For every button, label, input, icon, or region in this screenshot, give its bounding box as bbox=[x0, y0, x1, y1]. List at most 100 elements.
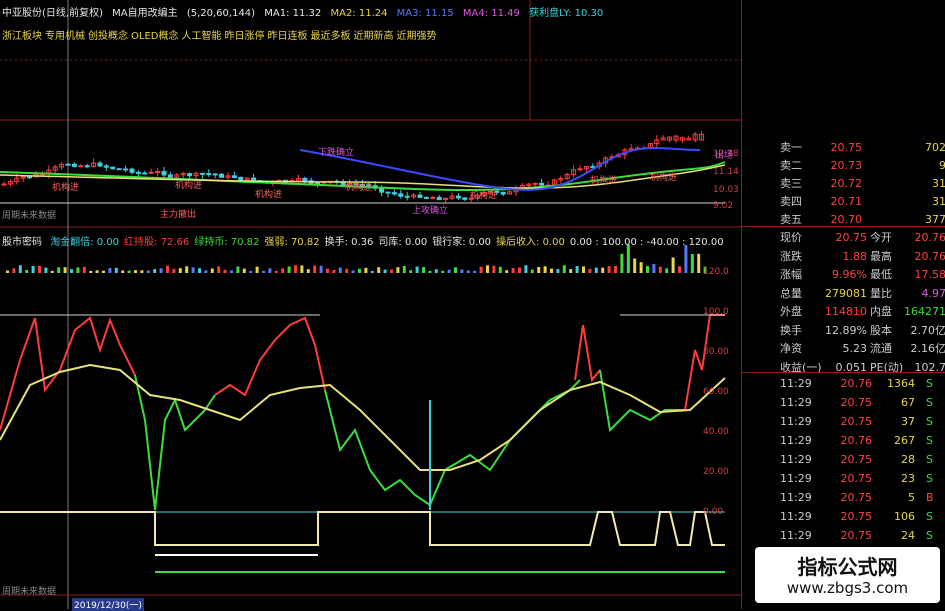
ma-line bbox=[0, 365, 725, 470]
volume-bar bbox=[441, 271, 444, 273]
candle-body bbox=[463, 198, 467, 199]
volume-bar bbox=[166, 266, 169, 273]
volume-bar bbox=[204, 270, 207, 273]
volume-bar bbox=[345, 269, 348, 273]
volume-bar bbox=[192, 267, 195, 273]
tick-volume: 5 bbox=[877, 488, 915, 507]
profit-label: 获利盘LY: 10.30 bbox=[529, 8, 603, 19]
cursor-date: 2019/12/30(一) bbox=[72, 598, 144, 611]
tick-price: 20.75 bbox=[827, 450, 872, 469]
subheader-item: 换手: 0.36 bbox=[325, 237, 374, 248]
candle-body bbox=[418, 195, 422, 197]
volume-bar bbox=[115, 268, 118, 273]
order-label: 卖一 bbox=[780, 138, 802, 158]
volume-bar bbox=[57, 267, 60, 273]
tick-price: 20.75 bbox=[827, 507, 872, 526]
stat-value: 1.88 bbox=[817, 248, 867, 266]
tick-volume: 24 bbox=[877, 526, 915, 545]
order-price: 20.72 bbox=[822, 174, 862, 194]
candle-body bbox=[143, 173, 147, 174]
tick-price: 20.75 bbox=[827, 488, 872, 507]
stat-key: 现价 bbox=[780, 229, 802, 247]
price-tick-label: 11.14 bbox=[713, 167, 739, 177]
volume-bar bbox=[268, 268, 271, 273]
kline-chart[interactable] bbox=[0, 0, 741, 609]
volume-bar bbox=[172, 269, 175, 273]
volume-bar bbox=[288, 266, 291, 273]
volume-bar bbox=[563, 265, 566, 273]
stat-value: 20.76 bbox=[915, 248, 945, 266]
volume-bar bbox=[102, 271, 105, 273]
volume-bar bbox=[339, 268, 342, 273]
candle-body bbox=[380, 188, 384, 192]
volume-bar bbox=[588, 269, 591, 273]
order-volume: 702 bbox=[925, 138, 945, 158]
tick-price: 20.76 bbox=[827, 431, 872, 450]
volume-bar bbox=[691, 254, 694, 273]
volume-bar bbox=[332, 270, 335, 273]
future-data-note-bottom: 周期未来数据 bbox=[2, 584, 56, 597]
tick-volume: 1364 bbox=[877, 374, 915, 393]
volume-bar bbox=[211, 268, 214, 273]
volume-bar bbox=[236, 266, 239, 273]
subheader-item: 0.00 : 100.00 : -40.00 : 120.00 bbox=[570, 237, 724, 248]
candle-body bbox=[168, 175, 172, 177]
stat-value: 279081 bbox=[817, 285, 867, 303]
volume-bar bbox=[601, 268, 604, 273]
candle-body bbox=[456, 196, 460, 198]
order-label: 卖三 bbox=[780, 174, 802, 194]
concept-tags: 浙江板块专用机械创投概念OLED概念人工智能昨日涨停昨日连板最近多板近期新高近期… bbox=[2, 27, 439, 42]
chart-annotation: 机构进 bbox=[345, 180, 372, 193]
tick-direction: B bbox=[926, 488, 934, 507]
tick-price: 20.76 bbox=[827, 374, 872, 393]
tick-row: 11:2920.76267S bbox=[742, 431, 945, 450]
order-volume: 377 bbox=[925, 210, 945, 230]
subheader-item: 红持股: 72.66 bbox=[124, 237, 189, 248]
volume-bar bbox=[230, 270, 233, 273]
ma2-value: MA2: 11.24 bbox=[330, 8, 387, 19]
tick-time: 11:29 bbox=[780, 526, 812, 545]
volume-bar bbox=[403, 266, 406, 273]
tick-volume: 28 bbox=[877, 450, 915, 469]
watermark-url: www.zbgs3.com bbox=[755, 579, 940, 597]
chart-annotation: 机构进 bbox=[650, 170, 677, 183]
ma4-value: MA4: 11.49 bbox=[463, 8, 520, 19]
volume-bar bbox=[217, 266, 220, 273]
volume-bar bbox=[409, 270, 412, 273]
volume-bar bbox=[108, 268, 111, 273]
tick-volume: 23 bbox=[877, 469, 915, 488]
order-price: 20.73 bbox=[822, 156, 862, 176]
volume-bar bbox=[684, 245, 687, 273]
volume-bar bbox=[307, 269, 310, 273]
candle-body bbox=[220, 174, 224, 177]
volume-bar bbox=[275, 271, 278, 273]
candle-body bbox=[424, 197, 428, 198]
order-label: 卖五 bbox=[780, 210, 802, 230]
osc-tick-label: 80.00 bbox=[703, 347, 729, 357]
volume-bar bbox=[633, 258, 636, 273]
volume-bar bbox=[627, 244, 630, 273]
quote-panel: 卖一20.75702卖二20.739卖三20.7231卖四20.7131卖五20… bbox=[741, 0, 945, 609]
stat-row: 涨跌1.88最高20.76 bbox=[742, 248, 945, 266]
osc-tick-label: 40.00 bbox=[703, 427, 729, 437]
volume-bar bbox=[460, 269, 463, 273]
candle-body bbox=[156, 172, 160, 173]
volume-bar bbox=[550, 269, 553, 273]
tick-direction: S bbox=[926, 374, 933, 393]
volume-bar bbox=[249, 271, 252, 273]
green-line bbox=[325, 380, 580, 505]
stat-row: 涨幅9.96%最低17.58 bbox=[742, 266, 945, 284]
volume-bar bbox=[364, 268, 367, 273]
indicator-params: (5,20,60,144) bbox=[187, 8, 255, 19]
candle-body bbox=[162, 172, 166, 175]
concept-tag: 近期强势 bbox=[396, 31, 436, 42]
volume-bar bbox=[492, 266, 495, 273]
volume-bar bbox=[454, 267, 457, 273]
volume-bar bbox=[582, 266, 585, 273]
stat-key: 最高 bbox=[870, 248, 892, 266]
subheader-item: 银行家: 0.00 bbox=[432, 237, 491, 248]
chart-annotation: 机构进 bbox=[255, 187, 282, 200]
stat-value: 2.70亿 bbox=[911, 322, 945, 340]
osc-tick-label: 60.00 bbox=[703, 387, 729, 397]
stat-key: 净资 bbox=[780, 340, 802, 358]
